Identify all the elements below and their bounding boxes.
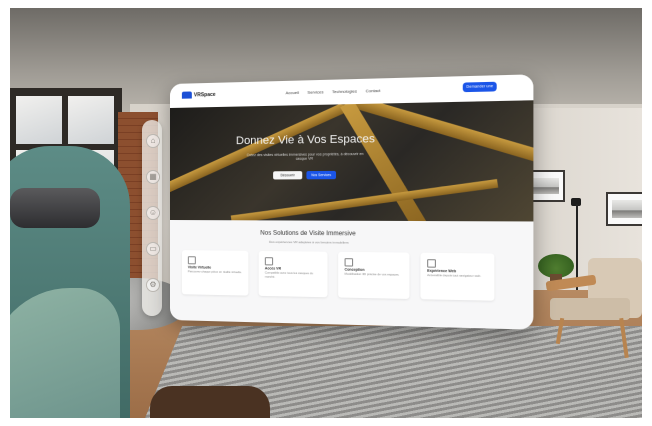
vr-headset-icon <box>10 188 100 228</box>
demo-request-button[interactable]: Demander une démo <box>462 81 497 98</box>
nav-item-services[interactable]: Services <box>307 89 323 95</box>
vr-user-shoulder <box>10 288 120 418</box>
globe-icon <box>427 259 436 268</box>
floating-browser-window: VRSpace Accueil Services Technologies Co… <box>170 74 534 330</box>
services-button[interactable]: Nos Services <box>306 170 337 180</box>
armchair-seat <box>550 298 630 320</box>
card-description: Modélisation 3D précise de vos espaces. <box>344 271 400 277</box>
site-logo[interactable]: VRSpace <box>181 91 216 99</box>
discover-button[interactable]: Découvrir <box>273 171 303 180</box>
section-subtitle: Des expériences VR adaptées à vos besoin… <box>269 239 349 245</box>
vr-icon <box>187 256 196 265</box>
nav-item-technologies[interactable]: Technologies <box>332 88 357 94</box>
apps-icon[interactable]: ▦ <box>146 170 160 184</box>
hero-banner: Donnez Vie à Vos Espaces Créez des visit… <box>170 100 534 222</box>
home-icon[interactable]: ⌂ <box>146 134 160 148</box>
section-title: Nos Solutions de Visite Immersive <box>260 230 356 238</box>
window-pane <box>16 96 62 144</box>
couch-arm <box>150 386 270 418</box>
solution-card[interactable]: Accès VR Compatible avec tous les casque… <box>258 250 328 298</box>
headset-icon <box>264 257 274 266</box>
solution-card[interactable]: Conception Modélisation 3D précise de vo… <box>338 251 410 299</box>
side-navigation: ⌂ ▦ ☺ ▭ ⚙ <box>142 120 162 316</box>
cube-icon <box>344 258 354 267</box>
wood-beam <box>170 101 349 197</box>
vr-scene: ⌂ ▦ ☺ ▭ ⚙ VRSpace Accueil Services Techn… <box>10 8 642 418</box>
hero-title: Donnez Vie à Vos Espaces <box>235 132 375 148</box>
solution-card[interactable]: Visite Virtuelle Parcourez chaque pièce … <box>181 250 249 296</box>
card-description: Parcourez chaque pièce en réalité virtue… <box>187 269 242 275</box>
nav-item-home[interactable]: Accueil <box>286 90 299 95</box>
nav-item-contact[interactable]: Contact <box>366 88 381 94</box>
card-description: Compatible avec tous les casques du marc… <box>264 270 314 279</box>
settings-icon[interactable]: ⚙ <box>146 278 160 292</box>
wood-beam <box>230 179 499 222</box>
wall-art <box>606 192 642 226</box>
solution-card[interactable]: Expérience Web Accessible depuis tout na… <box>420 252 495 301</box>
people-icon[interactable]: ☺ <box>146 206 160 220</box>
nav-menu: Accueil Services Technologies Contact <box>286 88 381 95</box>
window-icon[interactable]: ▭ <box>146 242 160 256</box>
card-description: Accessible depuis tout navigateur web. <box>427 272 482 278</box>
house-icon <box>181 91 192 99</box>
hero-subtitle: Créez des visites virtuelles immersives … <box>246 151 364 162</box>
window-pane <box>68 96 114 144</box>
brand-name: VRSpace <box>193 91 216 98</box>
